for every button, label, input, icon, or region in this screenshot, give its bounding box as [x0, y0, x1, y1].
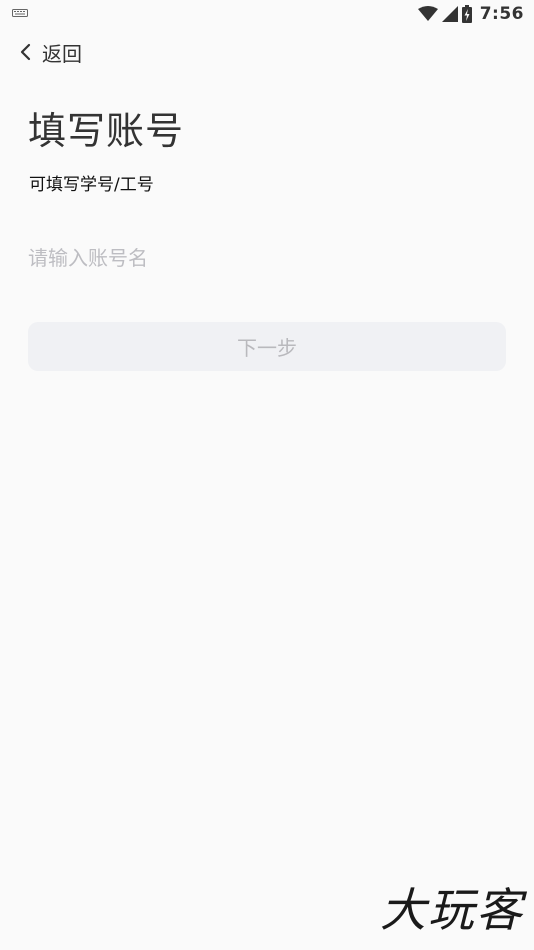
page-title: 填写账号 [28, 109, 185, 153]
keyboard-icon [12, 9, 28, 17]
battery-charging-icon [461, 5, 472, 23]
chevron-left-icon [20, 43, 31, 61]
back-button[interactable]: 返回 [16, 36, 82, 68]
wifi-icon [417, 6, 438, 21]
page-subtitle: 可填写学号/工号 [29, 175, 154, 195]
status-icons: 7:56 [417, 4, 524, 24]
account-input[interactable] [28, 236, 506, 280]
watermark-logo: 大玩客 [380, 883, 524, 937]
status-bar: 7:56 [0, 0, 534, 28]
cellular-signal-icon [441, 6, 458, 22]
next-button[interactable]: 下一步 [28, 322, 506, 371]
status-time: 7:56 [479, 4, 524, 24]
back-label: 返回 [42, 41, 82, 66]
